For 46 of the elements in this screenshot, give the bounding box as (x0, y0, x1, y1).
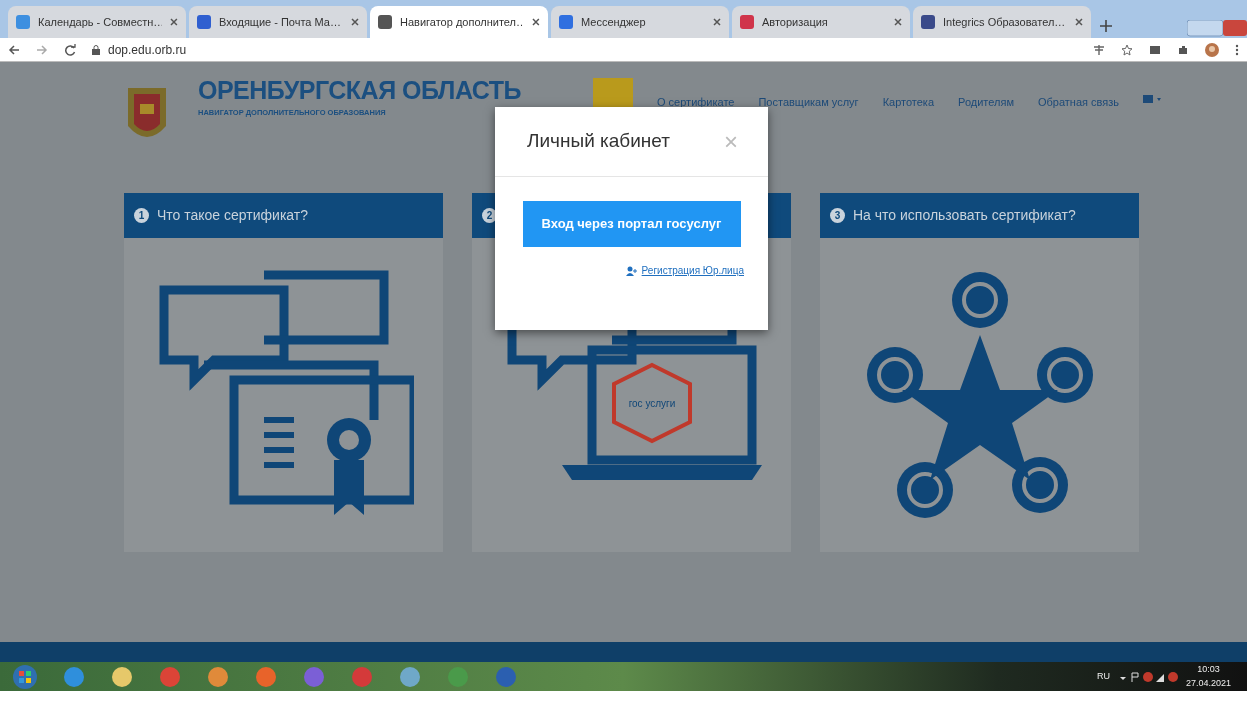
browser-tab[interactable]: Integrics Образовател… (913, 6, 1091, 38)
close-icon[interactable] (532, 18, 540, 26)
back-icon[interactable] (8, 43, 20, 56)
browser-tab[interactable]: Мессенджер (551, 6, 729, 38)
clock-time: 10:03 (1197, 663, 1220, 676)
reload-icon[interactable] (64, 43, 76, 56)
app-icon[interactable] (111, 665, 133, 688)
browser-tab[interactable]: Входящие - Почта Ма… (189, 6, 367, 38)
tab-title: Навигатор дополнител… (400, 14, 525, 30)
card-title: Что такое сертификат? (157, 206, 308, 225)
number-badge: 3 (830, 208, 845, 223)
tab-title: Мессенджер (581, 14, 647, 30)
card-title: На что использовать сертификат? (853, 206, 1076, 225)
close-icon[interactable] (351, 18, 359, 26)
menu-icon[interactable] (1235, 43, 1239, 56)
star-icon[interactable] (1121, 43, 1133, 56)
browser-tab[interactable]: Авторизация (732, 6, 910, 38)
app-icon[interactable] (207, 665, 229, 688)
url-text: dop.edu.orb.ru (108, 41, 187, 59)
tab-title: Авторизация (762, 14, 829, 30)
modal-title: Личный кабинет (527, 129, 670, 154)
logo-text: гос услуги (628, 398, 675, 409)
clock-date: 27.04.2021 (1185, 676, 1231, 690)
browser-tab[interactable]: Календарь - Совместн… (8, 6, 186, 38)
url-field[interactable]: dop.edu.orb.ru (92, 40, 187, 59)
tab-title: Входящие - Почта Ма… (219, 14, 342, 30)
number-badge: 1 (134, 208, 149, 223)
tab-title: Integrics Образовател… (943, 14, 1067, 30)
window-controls-icon[interactable] (1187, 20, 1247, 38)
translate-icon[interactable] (1093, 43, 1105, 56)
site-title: ОРЕНБУРГСКАЯ ОБЛАСТЬ (198, 78, 521, 103)
clock[interactable]: 10:03 27.04.2021 (1185, 663, 1231, 690)
forward-icon[interactable] (36, 43, 48, 56)
language-flag-icon[interactable] (1143, 94, 1163, 104)
close-icon[interactable] (713, 18, 721, 26)
user-icon (625, 265, 638, 276)
start-button-icon[interactable] (12, 663, 38, 690)
browser-tab[interactable]: Навигатор дополнител… (370, 6, 548, 38)
profile-avatar-icon[interactable] (1205, 42, 1219, 57)
language-indicator[interactable]: RU (1096, 669, 1110, 684)
close-icon[interactable] (1075, 18, 1083, 26)
tab-title: Календарь - Совместн… (38, 14, 163, 30)
close-icon[interactable] (894, 18, 902, 26)
register-link[interactable]: Регистрация Юр.лица (625, 263, 744, 278)
close-icon[interactable] (170, 18, 178, 26)
lock-icon (92, 44, 100, 55)
